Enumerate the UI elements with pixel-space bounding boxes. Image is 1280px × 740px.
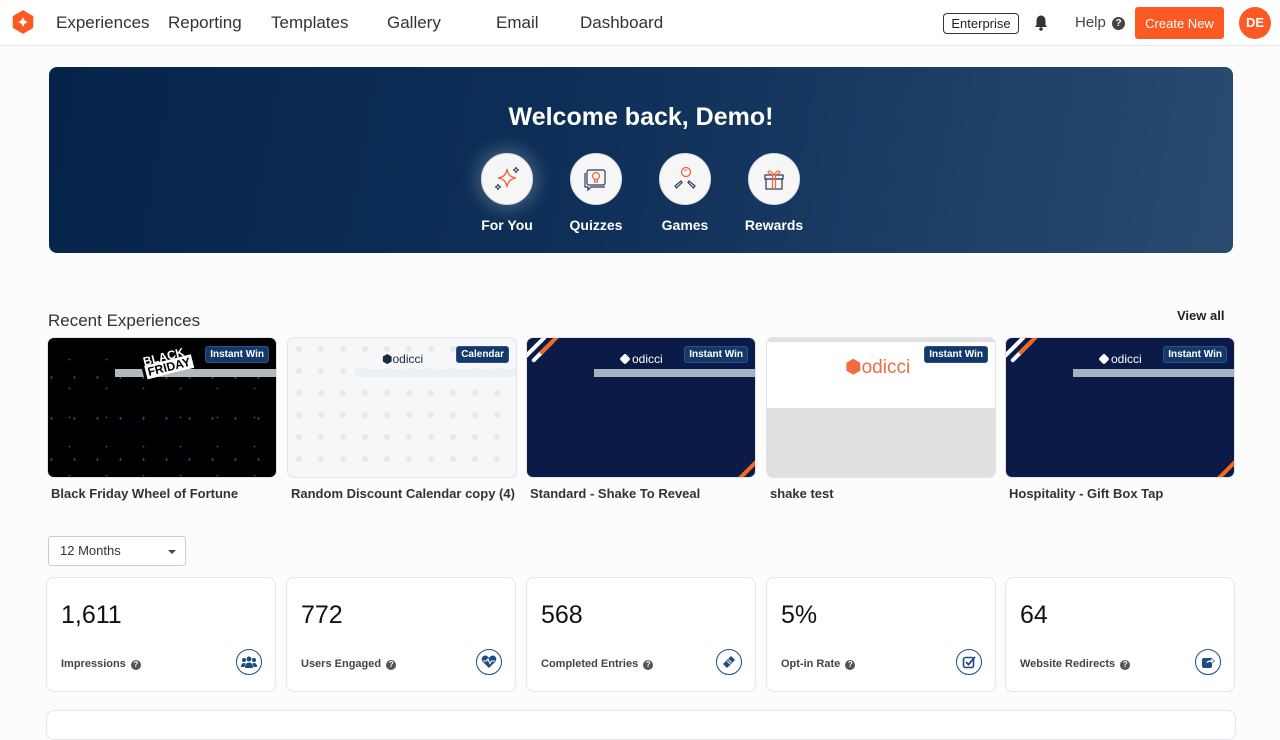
experience-card[interactable]: ⬢odicci Calendar Random Discount Calenda… [287, 337, 517, 501]
games-circle [659, 153, 711, 205]
pinball-icon [674, 166, 696, 189]
nav-templates[interactable]: Templates [271, 13, 348, 33]
nav-dashboard[interactable]: Dashboard [580, 13, 663, 33]
create-new-button[interactable]: Create New [1135, 7, 1224, 39]
odicci-logo: ⬢odicci [382, 352, 424, 366]
category-for-you[interactable]: For You [467, 153, 547, 233]
experience-type-badge: Calendar [456, 346, 509, 363]
stat-label: Impressions ? [61, 658, 141, 670]
experience-type-badge: Instant Win [205, 346, 269, 363]
odicci-logo: odicci [1100, 352, 1142, 366]
experience-card[interactable]: ⬢odicci Instant Win shake test [766, 337, 996, 501]
help-icon[interactable]: ? [386, 660, 397, 670]
lightbulb-chat-icon [584, 169, 606, 192]
nav-experiences[interactable]: Experiences [56, 13, 150, 33]
users-group-icon [236, 649, 262, 675]
quizzes-circle [570, 153, 622, 205]
recent-experiences-title: Recent Experiences [48, 311, 201, 330]
decor-stripe [734, 458, 755, 477]
help-icon[interactable]: ? [130, 660, 141, 670]
category-quizzes[interactable]: Quizzes [556, 153, 636, 233]
for-you-circle [481, 153, 533, 205]
experience-card[interactable]: BLACK FRIDAY Instant Win Black Friday Whe… [47, 337, 277, 501]
experience-name: Random Discount Calendar copy (4) [291, 486, 515, 501]
stat-card-completed-entries: 568 Completed Entries ? [526, 577, 756, 692]
top-navbar: Experiences Reporting Templates Gallery … [0, 0, 1280, 46]
stat-value: 5% [781, 601, 818, 629]
gift-icon [764, 170, 784, 190]
experience-thumbnail: ⬢odicci Instant Win [766, 337, 996, 478]
share-icon [1195, 649, 1221, 675]
nav-gallery[interactable]: Gallery [387, 13, 441, 33]
category-label: For You [481, 217, 533, 233]
stat-value: 64 [1020, 601, 1048, 629]
bottom-panel [46, 710, 1236, 740]
experience-thumbnail: odicci Instant Win [1005, 337, 1235, 478]
welcome-banner: Welcome back, Demo! For You Quizzes Game… [49, 67, 1233, 253]
brand-logo-icon[interactable] [11, 10, 35, 34]
thumbnail-bar [355, 369, 516, 377]
heart-pulse-icon [476, 649, 502, 675]
ticket-icon [716, 649, 742, 675]
stat-label: Website Redirects ? [1020, 658, 1131, 670]
stat-card-opt-in-rate: 5% Opt-in Rate ? [766, 577, 996, 692]
user-avatar[interactable]: DE [1239, 7, 1271, 39]
experience-thumbnail: odicci Instant Win [526, 337, 756, 478]
stat-card-users-engaged: 772 Users Engaged ? [286, 577, 516, 692]
notifications-bell-icon[interactable] [1033, 14, 1049, 32]
rewards-circle [748, 153, 800, 205]
odicci-logo: ⬢odicci [845, 357, 911, 378]
stat-card-website-redirects: 64 Website Redirects ? [1005, 577, 1235, 692]
stat-label: Opt-in Rate ? [781, 658, 856, 670]
category-label: Quizzes [569, 217, 623, 233]
experience-type-badge: Instant Win [1163, 346, 1227, 363]
plan-badge[interactable]: Enterprise [943, 13, 1019, 34]
stat-value: 568 [541, 601, 583, 629]
experience-card[interactable]: odicci Instant Win Standard - Shake To R… [526, 337, 756, 501]
decor-stripe [1213, 458, 1234, 477]
experience-card[interactable]: odicci Instant Win Hospitality - Gift Bo… [1005, 337, 1235, 501]
question-circle-icon: ? [1112, 17, 1126, 30]
category-games[interactable]: Games [645, 153, 725, 233]
sparkles-icon [494, 166, 520, 191]
nav-reporting[interactable]: Reporting [168, 13, 242, 33]
help-icon[interactable]: ? [845, 660, 856, 670]
experience-type-badge: Instant Win [684, 346, 748, 363]
experience-name: Hospitality - Gift Box Tap [1009, 486, 1164, 501]
experience-name: Black Friday Wheel of Fortune [51, 486, 239, 501]
caret-down-icon [168, 550, 176, 554]
category-label: Rewards [744, 217, 804, 233]
experience-name: shake test [770, 486, 834, 501]
stat-label: Completed Entries ? [541, 658, 654, 670]
view-all-link[interactable]: View all [1177, 308, 1224, 323]
nav-email[interactable]: Email [496, 13, 539, 33]
help-icon[interactable]: ? [643, 660, 654, 670]
stat-label: Users Engaged ? [301, 658, 397, 670]
help-icon[interactable]: ? [1120, 660, 1131, 670]
experience-thumbnail: ⬢odicci Calendar [287, 337, 517, 478]
stat-card-impressions: 1,611 Impressions ? [46, 577, 276, 692]
experience-type-badge: Instant Win [924, 346, 988, 363]
period-select[interactable]: 12 Months [48, 536, 186, 566]
period-value: 12 Months [60, 543, 121, 558]
thumbnail-bar [594, 369, 755, 377]
stat-value: 772 [301, 601, 343, 629]
category-label: Games [661, 217, 709, 233]
thumbnail-bar [115, 369, 276, 377]
thumbnail-bar [1073, 369, 1234, 377]
welcome-title: Welcome back, Demo! [508, 103, 774, 131]
help-label: Help [1075, 14, 1106, 31]
category-rewards[interactable]: Rewards [734, 153, 814, 233]
odicci-logo: odicci [621, 352, 663, 366]
help-link[interactable]: Help ? [1075, 14, 1126, 31]
checkbox-icon [956, 649, 982, 675]
experience-thumbnail: BLACK FRIDAY Instant Win [47, 337, 277, 478]
experience-name: Standard - Shake To Reveal [530, 486, 701, 501]
stat-value: 1,611 [61, 601, 122, 629]
